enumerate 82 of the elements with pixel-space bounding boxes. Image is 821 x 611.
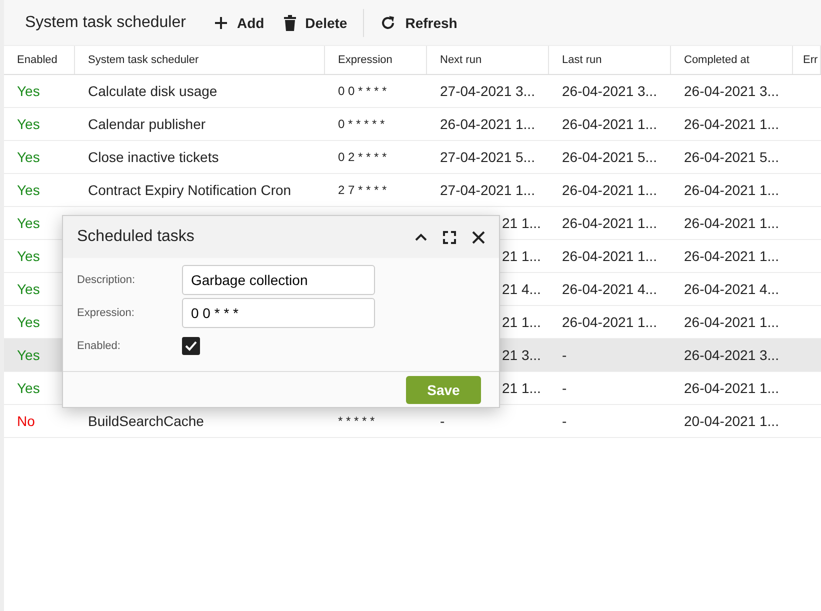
table-row[interactable]: Yes Close inactive tickets 0 2 * * * * 27-04-2021 5... 26-04-2021 5... 26-04-2021 5...	[4, 141, 821, 174]
table-cell-text: Yes	[16, 214, 41, 233]
enabled-checkbox[interactable]	[182, 337, 200, 355]
table-cell-text: 26-04-2021 3...	[561, 82, 658, 101]
table-cell-text: 20-04-2021 1...	[683, 412, 780, 431]
refresh-icon	[380, 14, 396, 30]
table-cell-text: -	[439, 412, 446, 431]
table-cell-text: 26-04-2021 1...	[561, 214, 658, 233]
dialog-title: Scheduled tasks	[77, 228, 196, 246]
description-field[interactable]: Garbage collection	[182, 265, 375, 295]
table-cell-text: No	[16, 412, 36, 431]
table-cell-text: Yes	[16, 181, 41, 200]
table-cell-text: Yes	[16, 379, 41, 398]
table-cell-text: 27-04-2021 3...	[439, 82, 536, 101]
page-title: System task scheduler	[25, 14, 186, 32]
table-cell-text: Calendar publisher	[87, 115, 207, 134]
table-cell-text: 26-04-2021 1...	[683, 115, 780, 134]
table-cell-text: 26-04-2021 1...	[683, 247, 780, 266]
table-cell-text: 26-04-2021 1...	[683, 313, 780, 332]
table-cell-text: 0 2 * * * *	[337, 149, 388, 166]
table-cell-text: 26-04-2021 3...	[683, 82, 780, 101]
table-cell-text: 2 7 * * * *	[337, 182, 388, 199]
table-cell-text: 26-04-2021 4...	[561, 280, 658, 299]
table-cell-text: 26-04-2021 1...	[561, 181, 658, 200]
column-header[interactable]: Enabled	[4, 46, 75, 74]
column-header[interactable]: System task scheduler	[75, 46, 325, 74]
table-cell-text: -	[561, 412, 568, 431]
table-cell-text: 26-04-2021 1...	[439, 115, 536, 134]
expression-field[interactable]: 0 0 * * *	[182, 298, 375, 328]
column-header[interactable]: Completed at	[671, 46, 793, 74]
table-cell-text: Contract Expiry Notification Cron	[87, 181, 292, 200]
table-cell-text: Yes	[16, 313, 41, 332]
table-cell: 21 1...	[502, 314, 541, 330]
table-cell: 21 4...	[502, 281, 541, 297]
table-cell: 21 1...	[502, 215, 541, 231]
table-cell: 21 3...	[502, 347, 541, 363]
table-row[interactable]: Yes Contract Expiry Notification Cron 2 7 * * * * 27-04-2021 1... 26-04-2021 1... 26-04-2021 1...	[4, 174, 821, 207]
plus-icon	[214, 16, 228, 30]
table-cell-text: -	[561, 379, 568, 398]
table-cell: 21 1...	[502, 380, 541, 396]
toolbar-button[interactable]: Add	[204, 8, 274, 38]
table-cell-text: 27-04-2021 1...	[439, 181, 536, 200]
table-cell-text: -	[561, 346, 568, 365]
column-header[interactable]: Next run	[427, 46, 549, 74]
table-cell-text: 0 * * * * *	[337, 116, 386, 133]
table-cell-text: Yes	[16, 280, 41, 299]
table-cell-text: Calculate disk usage	[87, 82, 218, 101]
toolbar-button[interactable]: Delete	[274, 8, 358, 38]
table-cell-text: Yes	[16, 82, 41, 101]
toolbar-button[interactable]: Refresh	[370, 8, 468, 38]
field-label: Enabled:	[77, 340, 122, 352]
maximize-icon[interactable]	[443, 230, 456, 244]
trash-icon	[284, 14, 296, 30]
table-cell-text: 26-04-2021 5...	[561, 148, 658, 167]
table-cell-text: 26-04-2021 1...	[561, 313, 658, 332]
table-cell-text: Yes	[16, 346, 41, 365]
collapse-icon[interactable]	[415, 233, 427, 241]
table-cell-text: 26-04-2021 4...	[683, 280, 780, 299]
table-cell-text: Close inactive tickets	[87, 148, 220, 167]
field-label: Expression:	[77, 307, 136, 319]
table-cell-text: Yes	[16, 148, 41, 167]
table-cell-text: * * * * *	[337, 413, 376, 430]
column-header[interactable]: Err	[793, 46, 821, 74]
table-cell-text: 26-04-2021 1...	[683, 379, 780, 398]
close-icon[interactable]	[472, 230, 485, 244]
column-header[interactable]: Expression	[325, 46, 427, 74]
table-cell-text: 26-04-2021 1...	[561, 115, 658, 134]
table-cell: 21 1...	[502, 248, 541, 264]
table-cell-text: 27-04-2021 5...	[439, 148, 536, 167]
table-cell-text: 26-04-2021 1...	[683, 214, 780, 233]
column-header[interactable]: Last run	[549, 46, 671, 74]
field-label: Description:	[77, 274, 136, 286]
table-cell-text: Yes	[16, 247, 41, 266]
table-row[interactable]: Yes Calculate disk usage 0 0 * * * * 27-04-2021 3... 26-04-2021 3... 26-04-2021 3...	[4, 75, 821, 108]
table-cell-text: 0 0 * * * *	[337, 83, 388, 100]
table-cell-text: 26-04-2021 5...	[683, 148, 780, 167]
table-cell-text: BuildSearchCache	[87, 412, 205, 431]
table-cell-text: 26-04-2021 1...	[683, 181, 780, 200]
table-cell-text: 26-04-2021 3...	[683, 346, 780, 365]
table-row[interactable]: Yes Calendar publisher 0 * * * * * 26-04-2021 1... 26-04-2021 1... 26-04-2021 1...	[4, 108, 821, 141]
table-cell-text: Yes	[16, 115, 41, 134]
table-cell-text: 26-04-2021 1...	[561, 247, 658, 266]
